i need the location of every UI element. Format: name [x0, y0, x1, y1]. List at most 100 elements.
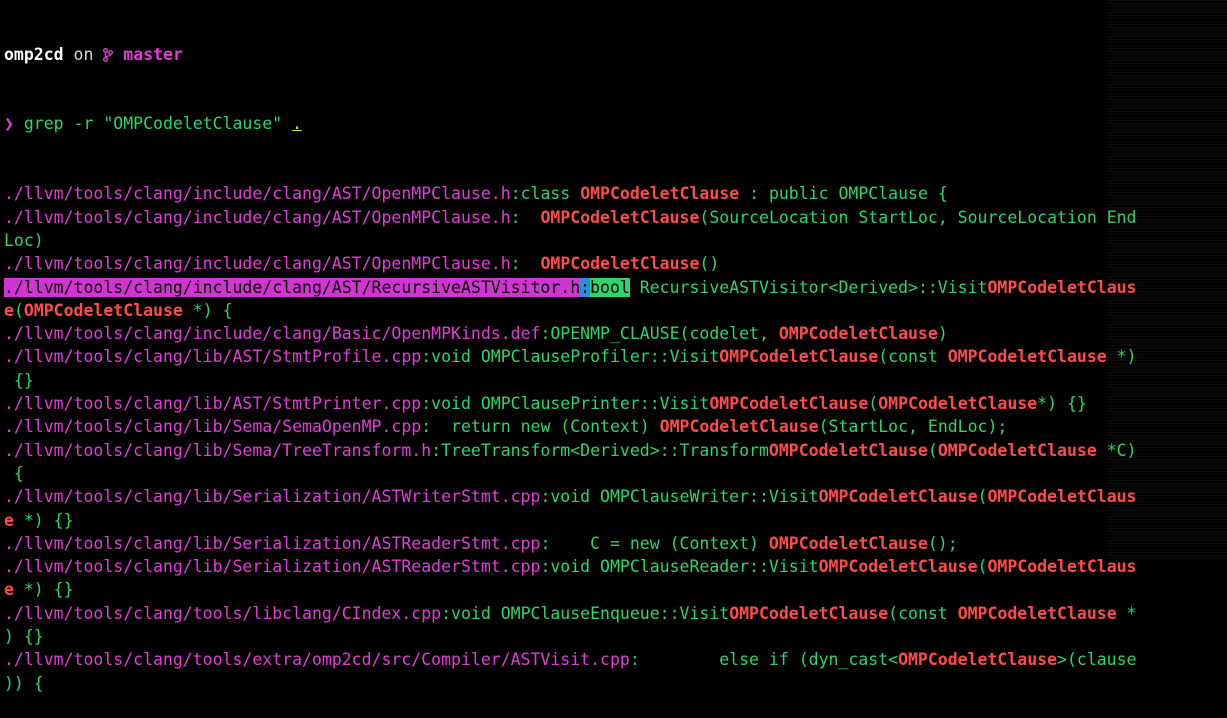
code-text: :void OMPClauseProfiler::Visit	[421, 347, 720, 367]
file-path: ./llvm/tools/clang/include/clang/AST/Rec…	[4, 277, 581, 297]
code-text: *) {}	[1037, 394, 1087, 414]
code-text: :class	[510, 184, 581, 204]
file-path: ./llvm/tools/clang/include/clang/AST/Ope…	[4, 207, 511, 227]
result-line: Loc)	[4, 229, 1223, 252]
result-line: ./llvm/tools/clang/lib/Serialization/AST…	[4, 485, 1223, 508]
command-argument[interactable]: .	[292, 114, 302, 133]
match-highlight: OMPCodeletClause	[947, 347, 1107, 367]
code-text: (const	[878, 347, 948, 367]
match-highlight: e	[4, 580, 14, 600]
result-line: ./llvm/tools/clang/include/clang/AST/Ope…	[4, 182, 1223, 205]
result-line: e *) {}	[4, 578, 1223, 601]
code-text: >(clause	[1057, 650, 1137, 670]
code-text: :	[510, 207, 541, 227]
result-line: ./llvm/tools/clang/lib/Sema/TreeTransfor…	[4, 439, 1223, 462]
code-text: :void OMPClauseEnqueue::Visit	[441, 603, 730, 623]
file-path: ./llvm/tools/clang/lib/AST/StmtPrinter.c…	[4, 394, 422, 414]
file-path: ./llvm/tools/clang/include/clang/Basic/O…	[4, 324, 541, 344]
match-highlight: e	[4, 300, 14, 320]
selected-text: :	[580, 277, 591, 297]
code-text: :void OMPClausePrinter::Visit	[421, 394, 710, 414]
file-path: ./llvm/tools/clang/lib/Serialization/AST…	[4, 487, 541, 507]
file-path: ./llvm/tools/clang/tools/libclang/CIndex…	[4, 603, 442, 623]
code-text: :	[510, 254, 541, 274]
code-text: : public OMPClause {	[739, 184, 948, 204]
match-highlight: OMPCodeletClaus	[987, 487, 1137, 507]
file-path: ./llvm/tools/clang/lib/Sema/SemaOpenMP.c…	[4, 417, 422, 437]
code-text: *) {}	[13, 580, 74, 600]
code-text: (	[927, 440, 938, 460]
code-text: (StartLoc, EndLoc);	[818, 417, 1008, 437]
code-text: ) {}	[4, 627, 44, 647]
file-path: ./llvm/tools/clang/include/clang/AST/Ope…	[4, 184, 511, 204]
result-line: ./llvm/tools/clang/lib/Sema/SemaOpenMP.c…	[4, 415, 1223, 438]
match-highlight: e	[4, 510, 14, 530]
match-highlight: OMPCodeletClause	[580, 184, 740, 204]
result-line: ./llvm/tools/clang/lib/Serialization/AST…	[4, 555, 1223, 578]
result-line: ./llvm/tools/clang/include/clang/Basic/O…	[4, 322, 1223, 345]
code-text: (	[977, 487, 988, 507]
match-highlight: OMPCodeletClause	[709, 394, 869, 414]
code-text: (	[13, 300, 24, 320]
match-highlight: OMPCodeletClaus	[987, 277, 1137, 297]
prompt-directory: omp2cd	[4, 44, 64, 64]
match-highlight: OMPCodeletClause	[540, 207, 700, 227]
code-text: {	[4, 463, 24, 483]
result-line: ./llvm/tools/clang/lib/AST/StmtPrinter.c…	[4, 392, 1223, 415]
result-line: ./llvm/tools/clang/lib/AST/StmtProfile.c…	[4, 345, 1223, 368]
match-highlight: OMPCodeletClause	[768, 533, 928, 553]
code-text: Loc)	[4, 230, 44, 250]
code-text: ();	[927, 533, 958, 553]
match-highlight: OMPCodeletClause	[719, 347, 879, 367]
prompt-on-text: on	[63, 44, 104, 64]
code-text: *C)	[1096, 440, 1137, 460]
branch-icon	[103, 45, 114, 64]
match-highlight: OMPCodeletClause	[778, 324, 938, 344]
prompt-chevron-icon: ❯	[4, 114, 14, 134]
code-text: :void OMPClauseWriter::Visit	[540, 487, 819, 507]
code-text: *)	[1106, 347, 1137, 367]
grep-results: ./llvm/tools/clang/include/clang/AST/Ope…	[4, 182, 1223, 695]
command-text[interactable]: grep -r "OMPCodeletClause"	[14, 114, 292, 133]
code-text: : return new (Context)	[421, 417, 660, 437]
code-text: :TreeTransform<Derived>::Transform	[431, 440, 769, 460]
result-line: ./llvm/tools/clang/include/clang/AST/Ope…	[4, 252, 1223, 275]
code-text: : C = new (Context)	[540, 533, 769, 553]
file-path: ./llvm/tools/clang/lib/Sema/TreeTransfor…	[4, 440, 432, 460]
result-line: ./llvm/tools/clang/tools/libclang/CIndex…	[4, 602, 1223, 625]
match-highlight: OMPCodeletClause	[818, 487, 978, 507]
result-line: ./llvm/tools/clang/include/clang/AST/Ope…	[4, 206, 1223, 229]
code-text: )	[937, 324, 948, 344]
result-line: )) {	[4, 672, 1223, 695]
match-highlight: OMPCodeletClause	[768, 440, 928, 460]
result-line: {}	[4, 369, 1223, 392]
code-text: :OPENMP_CLAUSE(codelet,	[540, 324, 779, 344]
match-highlight: OMPCodeletClause	[23, 300, 183, 320]
prompt-line: omp2cd on master	[4, 43, 1223, 66]
code-text: ()	[699, 254, 720, 274]
result-line: {	[4, 462, 1223, 485]
selected-text: bool	[590, 277, 630, 297]
code-text: : else if (dyn_cast<	[629, 650, 899, 670]
match-highlight: OMPCodeletClause	[957, 603, 1117, 623]
match-highlight: OMPCodeletClause	[729, 603, 889, 623]
file-path: ./llvm/tools/clang/tools/extra/omp2cd/sr…	[4, 650, 630, 670]
code-text: RecursiveASTVisitor<Derived>::Visit	[629, 277, 988, 297]
result-line: ) {}	[4, 625, 1223, 648]
code-text: )) {	[4, 673, 44, 693]
command-line[interactable]: ❯ grep -r "OMPCodeletClause" .	[4, 112, 1223, 135]
result-line: e *) {}	[4, 509, 1223, 532]
code-text: (const	[888, 603, 958, 623]
code-text: *	[1116, 603, 1137, 623]
terminal-output[interactable]: omp2cd on master ❯ grep -r "OMPCodeletCl…	[4, 0, 1223, 718]
match-highlight: OMPCodeletClause	[937, 440, 1097, 460]
result-line: e(OMPCodeletClause *) {	[4, 299, 1223, 322]
file-path: ./llvm/tools/clang/lib/Serialization/AST…	[4, 533, 541, 553]
match-highlight: OMPCodeletClause	[898, 650, 1058, 670]
match-highlight: OMPCodeletClause	[659, 417, 819, 437]
code-text: (	[868, 394, 879, 414]
file-path: ./llvm/tools/clang/include/clang/AST/Ope…	[4, 254, 511, 274]
result-line: ./llvm/tools/clang/lib/Serialization/AST…	[4, 532, 1223, 555]
match-highlight: OMPCodeletClause	[878, 394, 1038, 414]
prompt-branch-name: master	[123, 44, 183, 64]
